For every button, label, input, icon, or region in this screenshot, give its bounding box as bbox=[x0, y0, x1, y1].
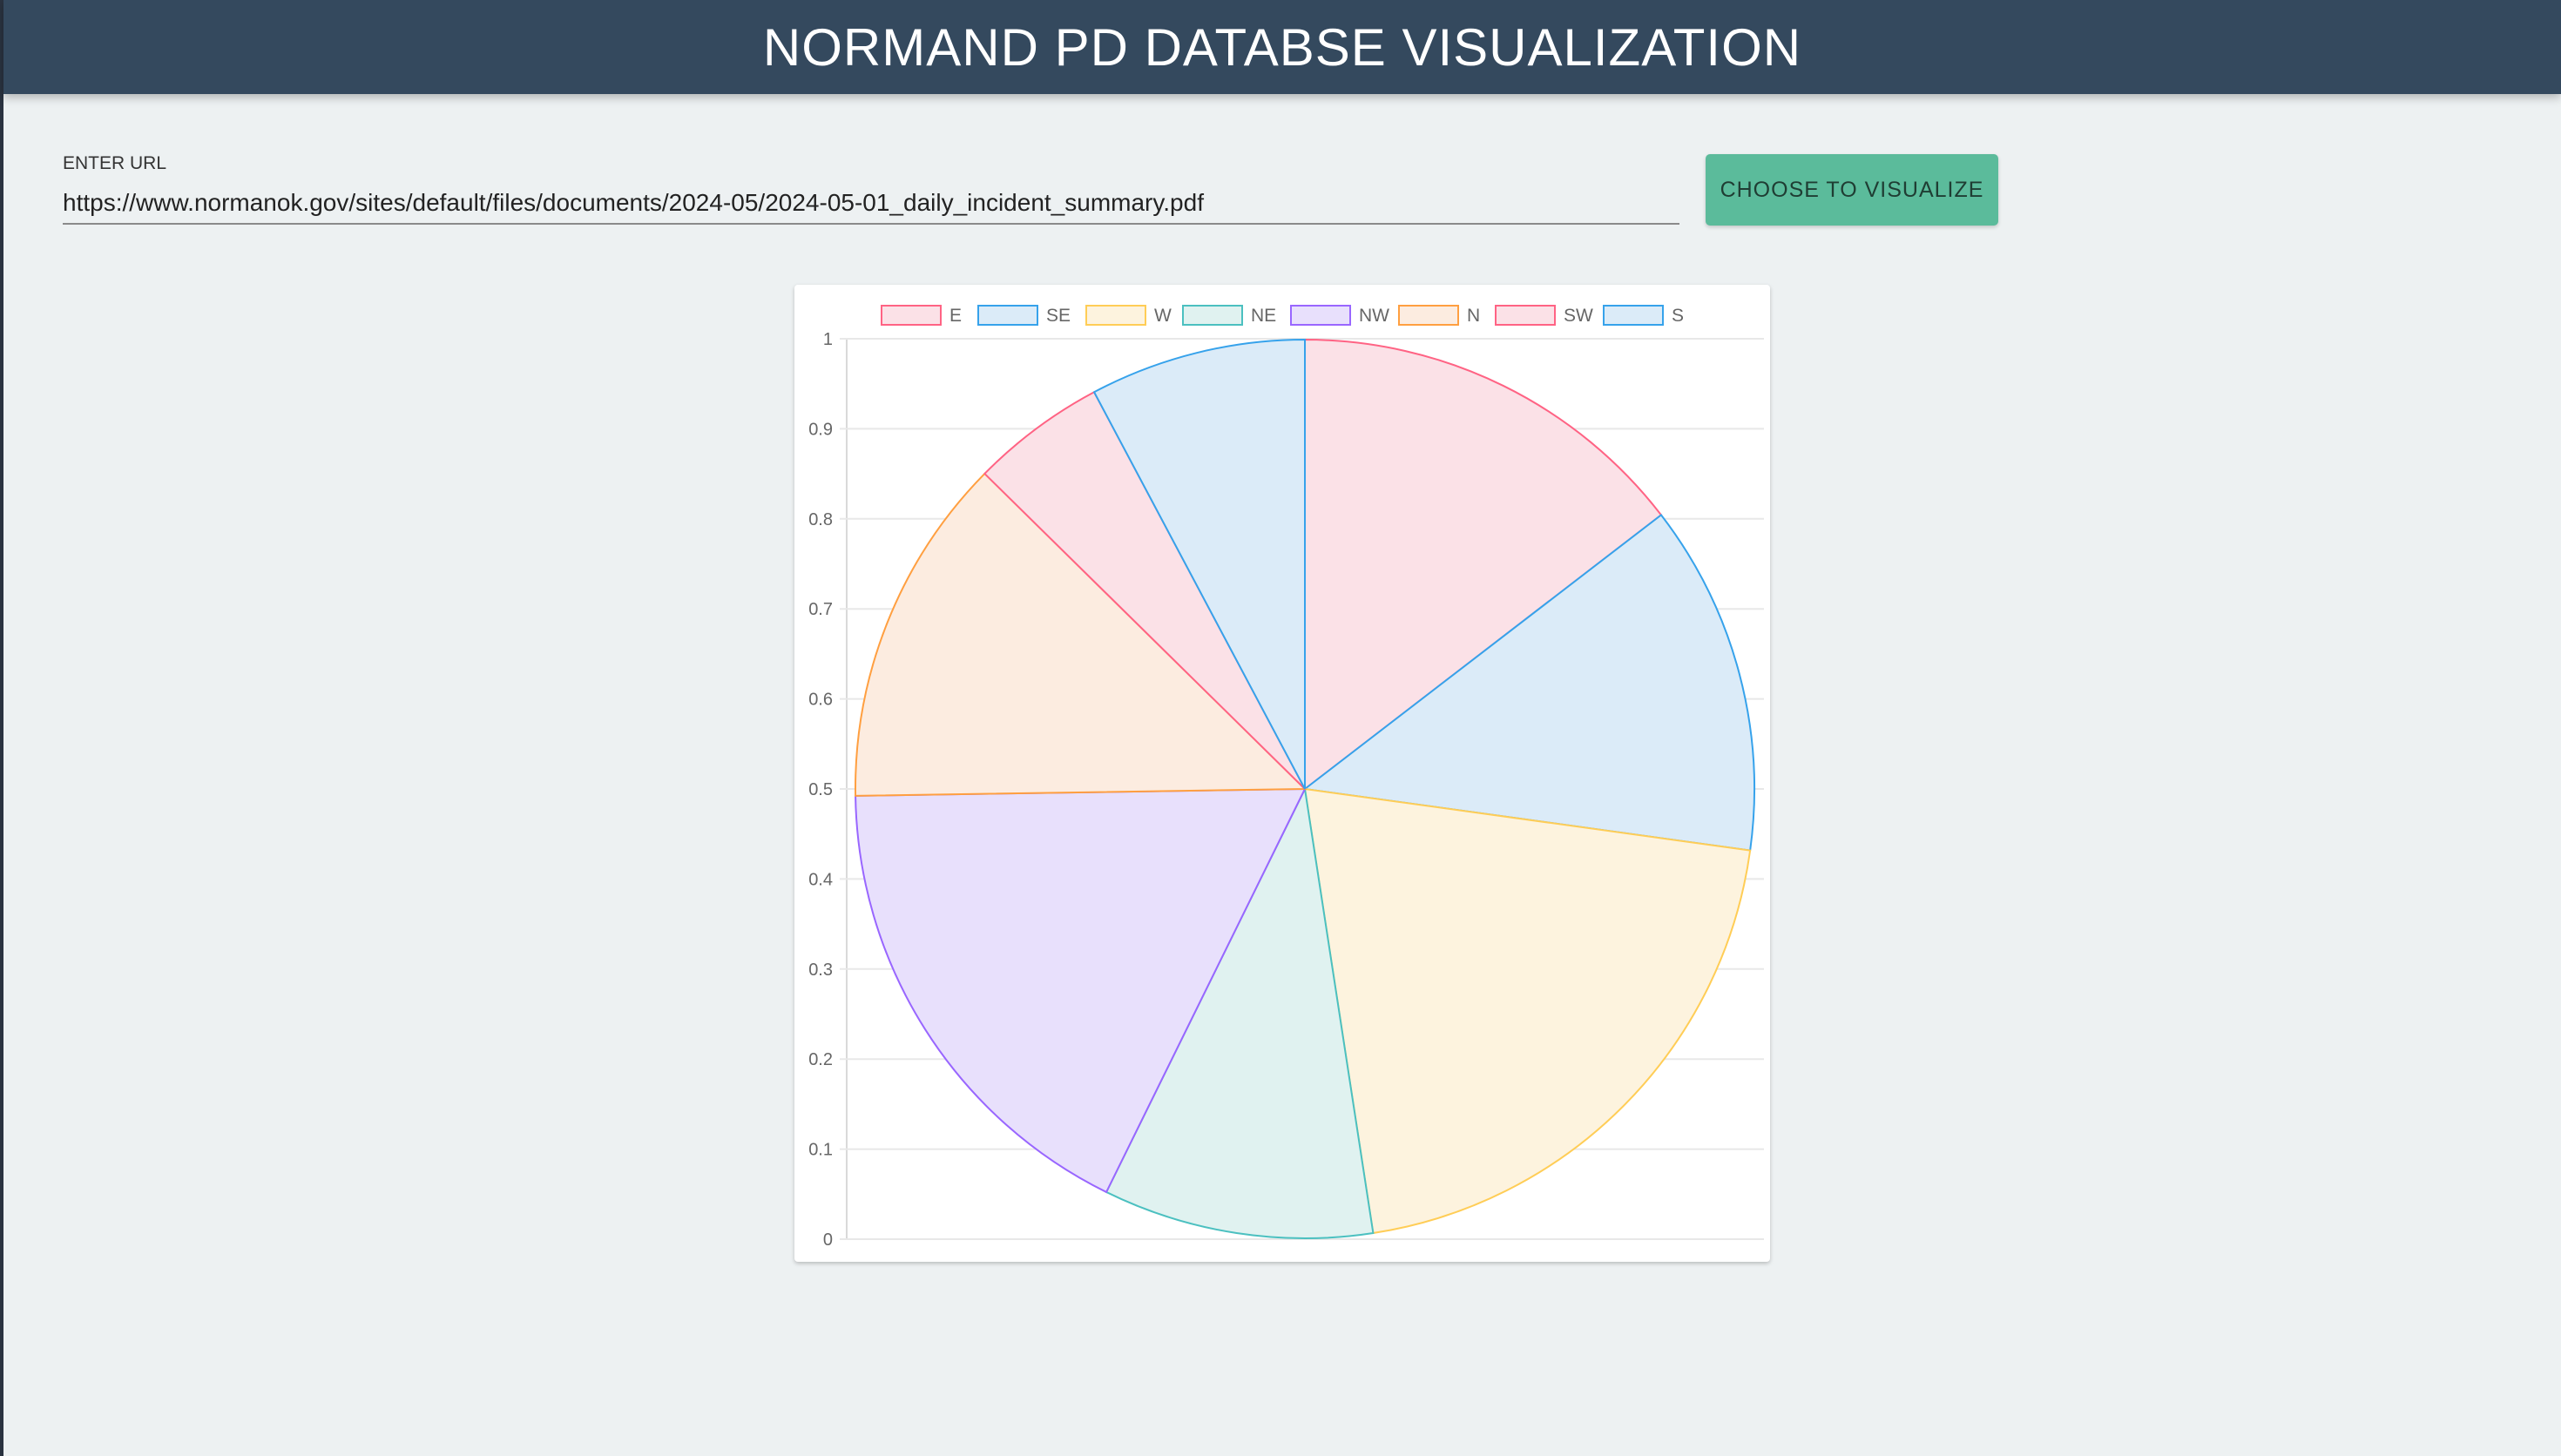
legend-label-ne[interactable]: NE bbox=[1251, 306, 1276, 326]
app-header: NORMAND PD DATABSE VISUALIZATION bbox=[3, 0, 2561, 94]
y-tick-label: 0.1 bbox=[808, 1141, 833, 1160]
legend-label-n[interactable]: N bbox=[1467, 306, 1480, 326]
legend-label-se[interactable]: SE bbox=[1046, 306, 1071, 326]
choose-to-visualize-button[interactable]: CHOOSE TO VISUALIZE bbox=[1706, 154, 1998, 226]
chart-legend[interactable]: E SE W NE NW N SW S bbox=[881, 305, 1684, 326]
legend-swatch-se[interactable] bbox=[977, 305, 1038, 326]
y-tick-label: 0.5 bbox=[808, 780, 833, 799]
legend-label-s[interactable]: S bbox=[1672, 306, 1684, 326]
legend-label-e[interactable]: E bbox=[949, 306, 962, 326]
y-tick-label: 0.7 bbox=[808, 600, 833, 619]
legend-label-sw[interactable]: SW bbox=[1564, 306, 1593, 326]
legend-swatch-sw[interactable] bbox=[1495, 305, 1556, 326]
window-edge bbox=[0, 0, 3, 1456]
y-tick-label: 0 bbox=[823, 1230, 833, 1250]
page-title: NORMAND PD DATABSE VISUALIZATION bbox=[762, 17, 1802, 77]
legend-swatch-ne[interactable] bbox=[1182, 305, 1243, 326]
y-tick-label: 0.2 bbox=[808, 1050, 833, 1069]
legend-swatch-w[interactable] bbox=[1085, 305, 1146, 326]
y-tick-label: 0.4 bbox=[808, 870, 833, 889]
legend-label-w[interactable]: W bbox=[1154, 306, 1172, 326]
y-tick-label: 0.9 bbox=[808, 420, 833, 439]
y-tick-label: 1 bbox=[823, 330, 833, 349]
pie-chart: 0 0.1 0.2 0.3 0.4 0.5 0.6 0.7 0.8 0.9 1 E SE W NE NW N S… bbox=[808, 305, 1764, 1250]
legend-label-nw[interactable]: NW bbox=[1359, 306, 1389, 326]
pie-slice-w[interactable] bbox=[1303, 787, 1752, 1235]
legend-swatch-nw[interactable] bbox=[1290, 305, 1351, 326]
chart-card: 0 0.1 0.2 0.3 0.4 0.5 0.6 0.7 0.8 0.9 1 E SE W NE NW N S… bbox=[794, 285, 1770, 1262]
legend-swatch-e[interactable] bbox=[881, 305, 942, 326]
url-label: ENTER URL bbox=[63, 153, 167, 173]
legend-swatch-s[interactable] bbox=[1603, 305, 1664, 326]
y-tick-label: 0.8 bbox=[808, 510, 833, 529]
legend-swatch-n[interactable] bbox=[1398, 305, 1459, 326]
chart-slices bbox=[855, 338, 1755, 1239]
y-tick-label: 0.6 bbox=[808, 691, 833, 710]
y-tick-label: 0.3 bbox=[808, 961, 833, 980]
url-input[interactable] bbox=[63, 183, 1679, 225]
